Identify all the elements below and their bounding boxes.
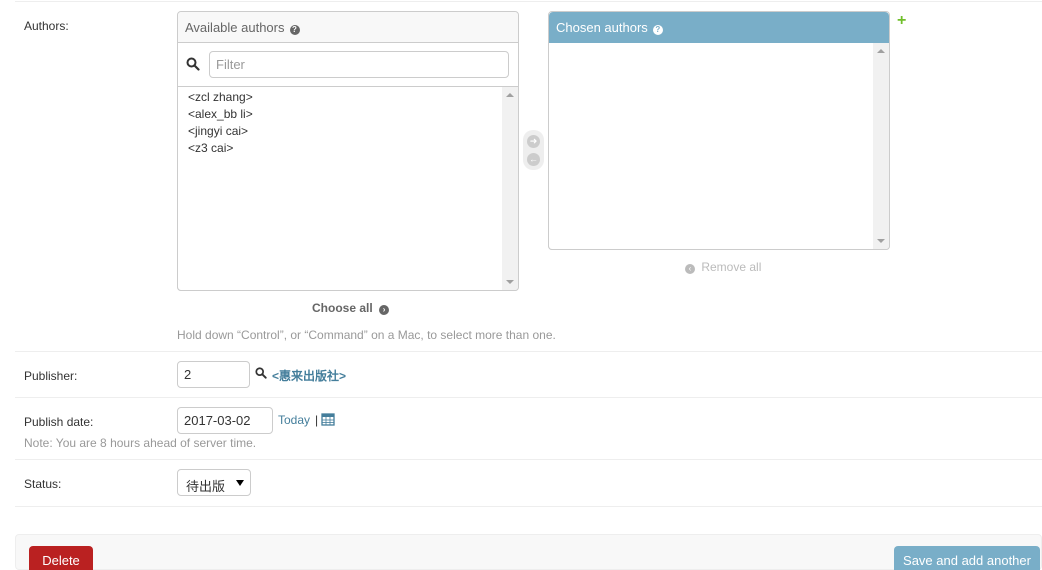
divider: [15, 506, 1042, 507]
list-item[interactable]: <z3 cai>: [178, 140, 518, 157]
remove-all-link[interactable]: ‹ Remove all: [685, 260, 761, 274]
caret-down-icon: [236, 480, 244, 486]
change-form: Authors: Available authors? <zcl zhang> …: [0, 0, 1042, 570]
available-authors-title: Available authors: [185, 20, 285, 35]
lookup-search-icon[interactable]: [255, 367, 267, 379]
add-author-icon[interactable]: +: [897, 12, 906, 30]
publisher-related-link[interactable]: <惠来出版社>: [272, 367, 346, 384]
help-icon[interactable]: ?: [652, 25, 663, 35]
divider: [15, 397, 1042, 398]
selector-mover: ➜ ←: [523, 130, 544, 170]
chevron-right-icon: ›: [379, 305, 390, 315]
authors-help-text: Hold down “Control”, or “Command” on a M…: [177, 328, 556, 342]
available-authors-box: Available authors? <zcl zhang> <alex_bb …: [177, 11, 519, 291]
filter-row: [178, 43, 518, 86]
move-left-icon[interactable]: ←: [527, 153, 540, 166]
status-selected: 待出版: [186, 479, 226, 494]
list-item[interactable]: <zcl zhang>: [178, 89, 518, 106]
divider: [15, 459, 1042, 460]
list-item[interactable]: <alex_bb li>: [178, 106, 518, 123]
status-label: Status:: [24, 477, 62, 491]
publisher-label: Publisher:: [24, 369, 78, 383]
chosen-authors-title: Chosen authors: [556, 20, 648, 35]
choose-all-link[interactable]: Choose all ›: [312, 301, 390, 315]
submit-row: [15, 534, 1042, 570]
scroll-up-icon[interactable]: [877, 49, 885, 53]
search-icon: [186, 57, 200, 71]
status-select[interactable]: 待出版: [177, 469, 251, 496]
today-link[interactable]: Today: [278, 413, 310, 427]
timezone-note: Note: You are 8 hours ahead of server ti…: [24, 436, 257, 450]
list-item[interactable]: <jingyi cai>: [178, 123, 518, 140]
divider: [15, 1, 1042, 2]
scroll-up-icon[interactable]: [506, 93, 514, 97]
filter-input[interactable]: [209, 51, 509, 78]
available-authors-list[interactable]: <zcl zhang> <alex_bb li> <jingyi cai> <z…: [177, 86, 519, 291]
help-icon[interactable]: ?: [289, 25, 300, 35]
scroll-down-icon[interactable]: [506, 280, 514, 284]
available-authors-header: Available authors?: [178, 12, 518, 43]
save-and-add-another-button[interactable]: Save and add another: [894, 546, 1040, 570]
scroll-down-icon[interactable]: [877, 239, 885, 243]
chosen-authors-header: Chosen authors?: [549, 12, 889, 43]
divider: [15, 351, 1042, 352]
chevron-left-icon: ‹: [685, 264, 695, 274]
move-right-icon[interactable]: ➜: [527, 135, 540, 148]
publisher-input[interactable]: [177, 361, 250, 388]
authors-label: Authors:: [24, 19, 69, 33]
publish-date-label: Publish date:: [24, 415, 94, 429]
scrollbar[interactable]: [873, 43, 889, 249]
calendar-icon[interactable]: [321, 412, 335, 426]
chosen-authors-list[interactable]: [548, 43, 890, 250]
remove-all-label: Remove all: [701, 260, 762, 274]
chosen-authors-box: Chosen authors?: [548, 11, 890, 250]
publish-date-input[interactable]: [177, 407, 273, 434]
delete-button[interactable]: Delete: [29, 546, 93, 570]
date-separator: |: [315, 413, 319, 427]
scrollbar[interactable]: [502, 87, 518, 290]
choose-all-label: Choose all: [312, 301, 373, 315]
